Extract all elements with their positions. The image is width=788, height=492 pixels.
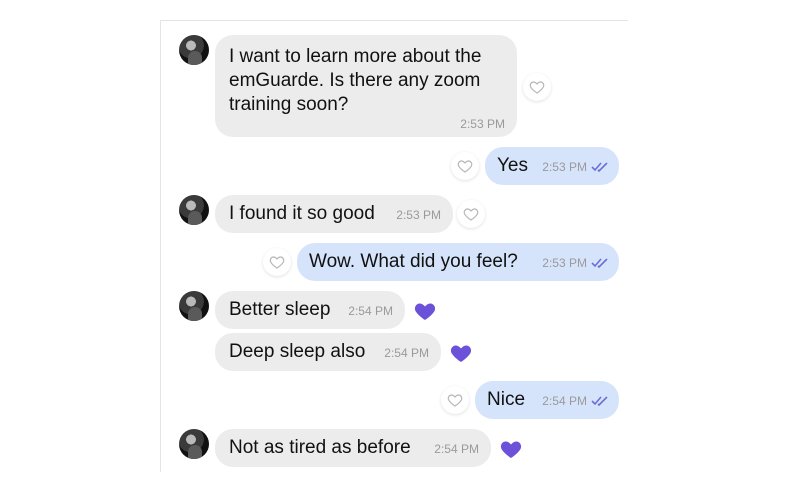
message-text: Nice [487,389,526,410]
double-check-icon [591,258,608,268]
double-check-icon [591,396,608,406]
message-time: 2:53 PM [542,160,609,174]
heart-filled-icon[interactable] [449,341,473,365]
message-text: Wow. What did you feel? [309,251,518,272]
message-time-label: 2:54 PM [542,394,587,408]
message-text: Not as tired as before [229,437,411,458]
message-text-line: training soon? [229,94,349,115]
heart-outline-icon [463,208,479,221]
message-time: 2:54 PM [434,442,479,456]
like-button[interactable] [523,73,551,101]
like-button[interactable] [451,152,479,180]
message-time: 2:53 PM [460,117,505,131]
message-time-label: 2:53 PM [542,160,587,174]
chat-panel: I want to learn more about the emGuarde.… [160,20,628,472]
message-time-label: 2:53 PM [542,256,587,270]
avatar[interactable] [179,35,209,65]
message-bubble-incoming[interactable]: I want to learn more about the emGuarde.… [215,35,517,137]
message-bubble-outgoing[interactable]: Wow. What did you feel? 2:53 PM [297,243,619,281]
like-button[interactable] [263,248,291,276]
heart-filled-icon[interactable] [499,437,523,461]
message-bubble-incoming[interactable]: I found it so good 2:53 PM [215,195,453,233]
message-bubble-outgoing[interactable]: Nice 2:54 PM [475,381,619,419]
heart-outline-icon [269,256,285,269]
heart-outline-icon [457,160,473,173]
message-text: I found it so good [229,203,375,224]
message-bubble-incoming[interactable]: Better sleep 2:54 PM [215,291,405,329]
message-bubble-incoming[interactable]: Not as tired as before 2:54 PM [215,429,491,467]
like-button[interactable] [457,200,485,228]
message-time: 2:53 PM [396,208,441,222]
message-bubble-outgoing[interactable]: Yes 2:53 PM [485,147,619,185]
avatar[interactable] [179,195,209,225]
heart-outline-icon [529,81,545,94]
message-text-line: emGuarde. Is there any zoom [229,70,481,91]
avatar[interactable] [179,429,209,459]
message-time: 2:54 PM [542,394,609,408]
message-time: 2:53 PM [542,256,609,270]
message-bubble-incoming[interactable]: Deep sleep also 2:54 PM [215,333,441,371]
message-text-line: I want to learn more about the [229,46,482,67]
message-text: Yes [497,155,528,176]
message-time: 2:54 PM [384,346,429,360]
heart-filled-icon[interactable] [413,299,437,323]
message-text: Deep sleep also [229,341,366,362]
avatar[interactable] [179,291,209,321]
heart-outline-icon [447,394,463,407]
double-check-icon [591,162,608,172]
message-time: 2:54 PM [348,304,393,318]
message-text: Better sleep [229,299,331,320]
like-button[interactable] [441,386,469,414]
